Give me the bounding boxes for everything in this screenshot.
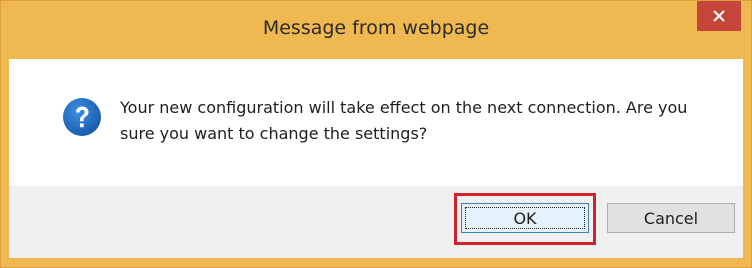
close-icon [713,10,725,22]
cancel-button[interactable]: Cancel [607,203,735,233]
message-dialog: Message from webpage Your new configurat… [0,0,752,268]
dialog-title: Message from webpage [262,17,490,39]
ok-button[interactable]: OK [461,203,589,233]
close-button[interactable] [697,1,741,31]
dialog-footer: OK Cancel [9,186,743,258]
cancel-button-label: Cancel [643,208,699,228]
dialog-message: Your new configuration will take effect … [120,98,688,143]
dialog-content: Your new configuration will take effect … [9,59,743,186]
question-icon [62,97,102,137]
focus-ring [465,207,585,229]
title-bar[interactable]: Message from webpage [1,1,751,59]
